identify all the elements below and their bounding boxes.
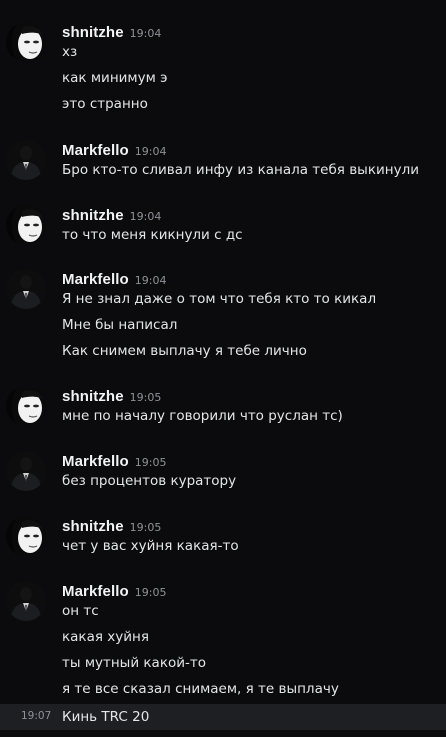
message-text[interactable]: чет у вас хуйня какая-то	[62, 536, 239, 556]
avatar[interactable]	[6, 269, 46, 309]
timestamp[interactable]: 19:05	[135, 586, 167, 599]
message-text[interactable]: без процентов куратору	[62, 471, 236, 491]
avatar[interactable]	[6, 140, 46, 180]
timestamp[interactable]: 19:07	[21, 710, 51, 722]
message-text[interactable]: как минимум э	[62, 68, 168, 88]
timestamp[interactable]: 19:05	[135, 456, 167, 469]
message-text[interactable]: он тс	[62, 601, 99, 621]
man-in-suit-icon	[6, 269, 46, 309]
message-text[interactable]: Как снимем выплачу я тебе лично	[62, 341, 307, 361]
timestamp[interactable]: 19:05	[130, 521, 162, 534]
timestamp[interactable]: 19:04	[135, 274, 167, 287]
message-header: Markfello 19:05	[62, 451, 166, 473]
message-text[interactable]: Кинь TRC 20	[62, 707, 149, 727]
man-in-suit-icon	[6, 451, 46, 491]
message-header: shnitzhe 19:05	[62, 516, 161, 538]
message-text[interactable]: какая хуйня	[62, 627, 149, 647]
message-text[interactable]: ты мутный какой-то	[62, 653, 206, 673]
message-text[interactable]: мне по началу говорили что руслан тс)	[62, 406, 343, 426]
message-text[interactable]: Мне бы написал	[62, 315, 177, 335]
avatar[interactable]	[6, 451, 46, 491]
username[interactable]: shnitzhe	[62, 518, 124, 535]
message-header: Markfello 19:05	[62, 581, 166, 603]
avatar[interactable]	[6, 386, 46, 426]
timestamp[interactable]: 19:04	[135, 145, 167, 158]
avatar[interactable]	[6, 205, 46, 245]
message-text[interactable]: я те все сказал снимаем, я те выплачу	[62, 679, 339, 699]
timestamp[interactable]: 19:04	[130, 210, 162, 223]
message-text[interactable]: это странно	[62, 94, 148, 114]
message-header: Markfello 19:04	[62, 269, 166, 291]
message-header: shnitzhe 19:05	[62, 386, 161, 408]
username[interactable]: Markfello	[62, 583, 129, 600]
message-row-hovered[interactable]: 19:07 Кинь TRC 20	[0, 704, 446, 730]
timestamp[interactable]: 19:04	[130, 27, 162, 40]
message-header: Markfello 19:04	[62, 140, 166, 162]
girl-face-icon	[6, 22, 46, 62]
man-in-suit-icon	[6, 140, 46, 180]
timestamp[interactable]: 19:05	[130, 391, 162, 404]
username[interactable]: Markfello	[62, 453, 129, 470]
man-in-suit-icon	[6, 581, 46, 621]
username[interactable]: shnitzhe	[62, 24, 124, 41]
username[interactable]: shnitzhe	[62, 388, 124, 405]
avatar[interactable]	[6, 22, 46, 62]
message-text[interactable]: Я не знал даже о том что тебя кто то кик…	[62, 289, 376, 309]
girl-face-icon	[6, 516, 46, 556]
message-text[interactable]: хз	[62, 42, 77, 62]
girl-face-icon	[6, 386, 46, 426]
girl-face-icon	[6, 205, 46, 245]
chat-message-list: shnitzhe 19:04 хз как минимум э это стран…	[0, 0, 446, 737]
message-text[interactable]: то что меня кикнули с дс	[62, 225, 243, 245]
username[interactable]: Markfello	[62, 271, 129, 288]
message-header: shnitzhe 19:04	[62, 205, 161, 227]
username[interactable]: Markfello	[62, 142, 129, 159]
avatar[interactable]	[6, 581, 46, 621]
username[interactable]: shnitzhe	[62, 207, 124, 224]
message-text[interactable]: Бро кто-то сливал инфу из канала тебя вы…	[62, 160, 419, 180]
avatar[interactable]	[6, 516, 46, 556]
message-header: shnitzhe 19:04	[62, 22, 161, 44]
